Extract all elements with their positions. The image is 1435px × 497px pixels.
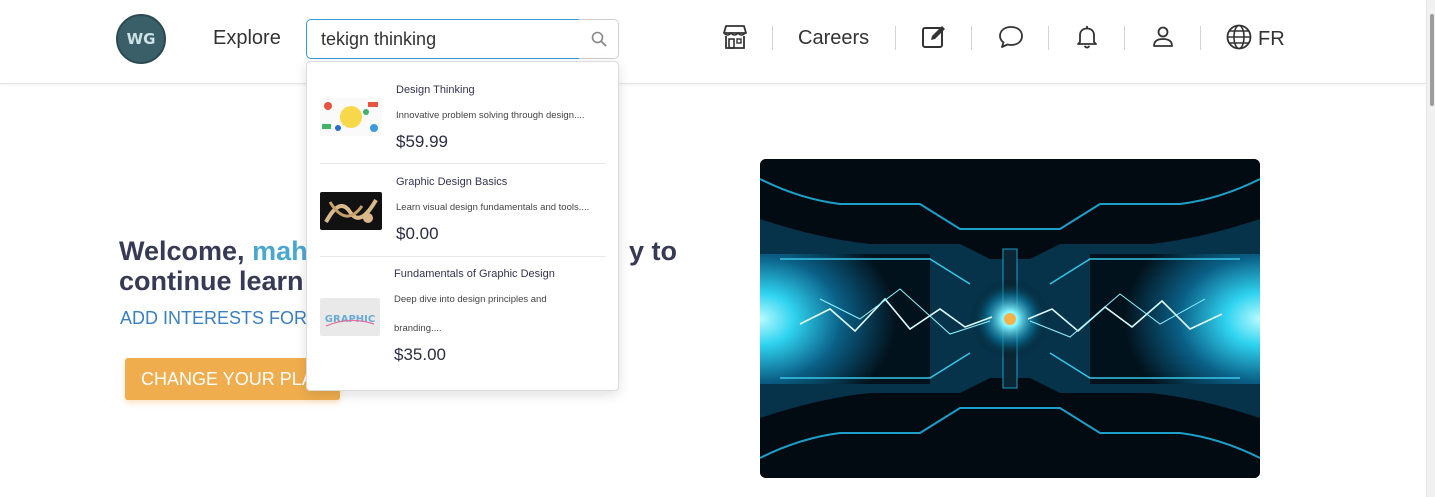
store-button[interactable] (720, 22, 750, 52)
tech-energy-illustration (760, 159, 1260, 478)
add-interests-link[interactable]: ADD INTERESTS FOR (120, 308, 307, 329)
nav-separator (1200, 26, 1201, 50)
page: WG Explore Careers (0, 0, 1435, 497)
result-description: Deep dive into design principles and (394, 294, 547, 305)
result-description: Innovative problem solving through desig… (396, 110, 585, 121)
chat-icon (999, 26, 1023, 48)
search-bar (306, 19, 619, 59)
search-input[interactable] (306, 19, 580, 59)
result-price: $35.00 (394, 345, 446, 364)
search-button[interactable] (579, 19, 619, 59)
search-results-dropdown: Design Thinking Innovative problem solvi… (306, 61, 619, 391)
welcome-line2: continue learn (119, 266, 304, 296)
logo-text: WG (126, 30, 156, 48)
nav-separator (772, 26, 773, 50)
edit-icon (922, 26, 945, 48)
careers-link[interactable]: Careers (798, 27, 869, 50)
result-divider (320, 256, 606, 257)
course-thumbnail (320, 192, 382, 230)
result-title: Design Thinking (396, 84, 475, 96)
search-icon (591, 31, 606, 47)
store-icon (723, 25, 747, 49)
top-navbar: WG Explore Careers (0, 0, 1426, 84)
messages-button[interactable] (996, 22, 1026, 52)
result-title: Fundamentals of Graphic Design (394, 268, 555, 280)
page-scrollbar[interactable] (1426, 0, 1435, 497)
welcome-line1-end: y to (629, 236, 678, 266)
language-label[interactable]: FR (1258, 28, 1285, 51)
language-button[interactable] (1224, 22, 1254, 52)
search-result-item[interactable]: Graphic Design Basics Learn visual desig… (320, 168, 606, 254)
nav-separator (895, 26, 896, 50)
nav-separator (1124, 26, 1125, 50)
result-price: $0.00 (396, 224, 439, 243)
bell-icon (1077, 26, 1097, 49)
nav-separator (1048, 26, 1049, 50)
profile-button[interactable] (1148, 22, 1178, 52)
search-result-item[interactable]: Design Thinking Innovative problem solvi… (320, 76, 606, 162)
result-description-continued: branding.... (394, 323, 442, 334)
user-icon (1153, 26, 1173, 47)
user-name: mah (252, 236, 308, 266)
scrollbar-thumb[interactable] (1430, 14, 1434, 106)
globe-icon (1226, 24, 1252, 50)
write-button[interactable] (919, 22, 949, 52)
result-description: Learn visual design fundamentals and too… (396, 202, 590, 213)
result-divider (320, 163, 606, 164)
site-logo[interactable]: WG (116, 14, 166, 64)
course-thumbnail (320, 98, 382, 136)
course-thumbnail: GRAPHIC (320, 298, 380, 336)
result-price: $59.99 (396, 132, 448, 151)
nav-separator (971, 26, 972, 50)
search-result-item[interactable]: GRAPHIC Fundamentals of Graphic Design D… (320, 260, 606, 372)
notifications-button[interactable] (1072, 22, 1102, 52)
hero-image (760, 159, 1260, 478)
explore-link[interactable]: Explore (213, 27, 281, 50)
welcome-prefix: Welcome, (119, 236, 253, 266)
result-title: Graphic Design Basics (396, 176, 508, 188)
